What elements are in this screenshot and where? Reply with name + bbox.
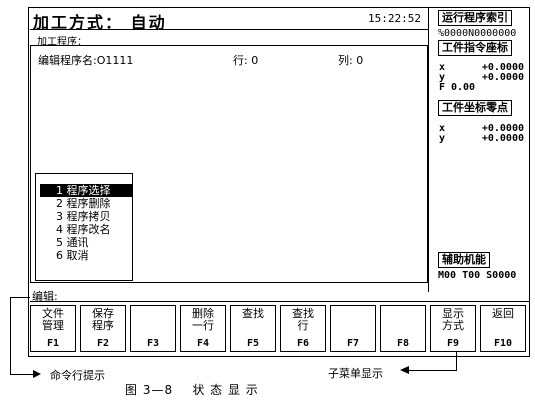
f6-label: 查找 行 <box>292 307 314 332</box>
f2-key: F2 <box>96 338 110 349</box>
work-zero-y: y +0.0000 <box>439 134 524 144</box>
command-hint-leader-top <box>10 297 30 298</box>
menu-item-communication[interactable]: 5 通讯 <box>40 236 132 249</box>
f7-button[interactable]: F7 <box>330 305 376 352</box>
f3-button[interactable]: F3 <box>130 305 176 352</box>
work-zero-coord-title: 工件坐标零点 <box>438 100 512 116</box>
f4-key: F4 <box>196 338 210 349</box>
f10-label: 返回 <box>492 307 514 320</box>
command-line-divider <box>30 301 530 302</box>
right-arrow-icon <box>33 370 41 378</box>
f6-key: F6 <box>296 338 310 349</box>
axis-value-y: +0.0000 <box>481 72 524 83</box>
figure-caption: 图 3—8 状 态 显 示 <box>125 383 259 397</box>
f7-key: F7 <box>346 338 360 349</box>
machining-mode-title: 加工方式： 自动 <box>33 13 167 32</box>
menu-item-cancel[interactable]: 6 取消 <box>40 249 132 262</box>
submenu-hint-leader-horizontal <box>408 370 456 371</box>
f4-label: 删除 一行 <box>192 307 214 332</box>
cursor-column: 列: 0 <box>338 54 364 67</box>
command-hint-leader-vertical <box>10 297 11 375</box>
f1-file-manage-button[interactable]: 文件 管理 F1 <box>30 305 76 352</box>
zero-axis-value-y: +0.0000 <box>481 133 524 144</box>
f1-key: F1 <box>46 338 60 349</box>
feed-value: 0.00 <box>451 82 476 93</box>
f5-key: F5 <box>246 338 260 349</box>
cursor-row: 行: 0 <box>233 54 259 67</box>
f5-label: 查找 <box>242 307 264 320</box>
f1-label: 文件 管理 <box>42 307 64 332</box>
f9-display-mode-button[interactable]: 显示 方式 F9 <box>430 305 476 352</box>
f2-label: 保存 程序 <box>92 307 114 332</box>
auxiliary-function-value: M00 T00 S0000 <box>438 270 517 281</box>
menu-item-program-copy[interactable]: 3 程序拷贝 <box>40 210 132 223</box>
submenu-hint-leader-vertical <box>456 352 457 371</box>
command-line-hint-caption: 命令行提示 <box>50 369 105 382</box>
f4-delete-line-button[interactable]: 删除 一行 F4 <box>180 305 226 352</box>
auxiliary-function-title: 辅助机能 <box>438 252 490 268</box>
menu-item-program-delete[interactable]: 2 程序删除 <box>40 197 132 210</box>
f5-find-button[interactable]: 查找 F5 <box>230 305 276 352</box>
menu-item-program-select[interactable]: 1 程序选择 <box>40 184 132 197</box>
f3-key: F3 <box>146 338 160 349</box>
f9-key: F9 <box>446 338 460 349</box>
f8-button[interactable]: F8 <box>380 305 426 352</box>
zero-axis-label-y: y <box>439 133 446 144</box>
f9-label: 显示 方式 <box>442 307 464 332</box>
f8-key: F8 <box>396 338 410 349</box>
f6-find-line-button[interactable]: 查找 行 F6 <box>280 305 326 352</box>
f10-key: F10 <box>493 338 513 349</box>
clock-time: 15:22:52 <box>368 12 421 25</box>
f10-return-button[interactable]: 返回 F10 <box>480 305 526 352</box>
feed-rate: F 0.00 <box>439 83 524 93</box>
submenu-hint-caption: 子菜单显示 <box>328 367 383 380</box>
f2-save-program-button[interactable]: 保存 程序 F2 <box>80 305 126 352</box>
menu-item-program-rename[interactable]: 4 程序改名 <box>40 223 132 236</box>
run-program-index-value: %0000N0000000 <box>438 28 517 39</box>
work-command-coord-title: 工件指令座标 <box>438 40 512 56</box>
edit-program-name: 编辑程序名:O1111 <box>38 54 134 67</box>
program-popup-menu: 1 程序选择 2 程序删除 3 程序拷贝 4 程序改名 5 通讯 6 取消 <box>35 173 133 281</box>
run-program-index-title: 运行程序索引 <box>438 10 512 26</box>
feed-label: F <box>439 82 446 93</box>
right-panel-divider <box>428 8 429 292</box>
